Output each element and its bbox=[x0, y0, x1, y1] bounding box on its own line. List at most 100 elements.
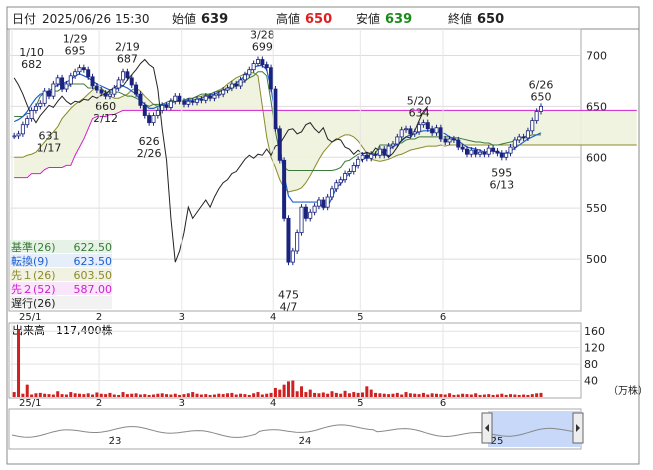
volume-bar bbox=[308, 389, 312, 397]
legend-label: 基準(26) bbox=[11, 240, 56, 254]
volume-bar bbox=[435, 393, 438, 397]
volume-bar bbox=[313, 392, 317, 397]
candle-body bbox=[238, 79, 243, 87]
volume-bar bbox=[252, 393, 256, 397]
volume-bar bbox=[117, 394, 121, 397]
volume-bar bbox=[186, 393, 190, 397]
candle-body bbox=[417, 124, 422, 133]
candle-body bbox=[382, 148, 387, 156]
candle-body bbox=[247, 69, 252, 76]
volume-bar bbox=[347, 393, 351, 397]
candle-body bbox=[299, 206, 304, 234]
candle-body bbox=[273, 88, 278, 130]
volume-bar bbox=[77, 393, 81, 397]
candle-body bbox=[499, 152, 504, 158]
candle-body bbox=[277, 128, 282, 161]
candle-body bbox=[312, 205, 317, 213]
volume-bar bbox=[260, 394, 264, 397]
volume-bar bbox=[143, 394, 147, 397]
volume-month-label: 2 bbox=[96, 398, 102, 409]
volume-bar bbox=[256, 392, 260, 397]
volume-bar bbox=[138, 394, 142, 397]
volume-bar bbox=[504, 394, 508, 397]
header-low-value: 639 bbox=[385, 12, 412, 27]
candle-body bbox=[168, 100, 173, 108]
volume-bar bbox=[204, 394, 208, 397]
candle-body bbox=[373, 153, 378, 156]
header-open-value: 639 bbox=[201, 12, 228, 27]
candle-body bbox=[460, 146, 465, 150]
candle-body bbox=[55, 77, 60, 85]
header-open-label: 始値 bbox=[172, 11, 196, 26]
volume-bar bbox=[64, 394, 68, 397]
candle-body bbox=[269, 67, 274, 90]
volume-bar bbox=[417, 394, 421, 397]
volume-bar bbox=[522, 394, 526, 397]
volume-bar bbox=[530, 394, 534, 397]
volume-bar bbox=[38, 392, 42, 397]
volume-bar bbox=[56, 391, 60, 397]
volume-bar bbox=[426, 394, 430, 397]
candle-body bbox=[443, 138, 448, 143]
volume-bar bbox=[243, 394, 247, 397]
candle-body bbox=[177, 95, 182, 102]
candle-body bbox=[64, 83, 69, 90]
candle-body bbox=[12, 135, 17, 138]
volume-bar bbox=[517, 394, 521, 397]
navigator-year-label: 25 bbox=[491, 436, 504, 447]
candle-body bbox=[42, 90, 47, 104]
volume-bar bbox=[526, 394, 530, 397]
candle-body bbox=[51, 83, 56, 97]
candle-body bbox=[421, 122, 426, 126]
header-close-value: 650 bbox=[477, 12, 504, 27]
volume-unit: （万株） bbox=[608, 384, 648, 397]
candle-body bbox=[260, 59, 265, 66]
legend-value: 622.50 bbox=[74, 241, 113, 254]
candle-body bbox=[190, 100, 195, 103]
volume-bar bbox=[452, 394, 456, 397]
candle-body bbox=[303, 206, 308, 219]
candle-body bbox=[199, 98, 204, 101]
candle-body bbox=[521, 136, 526, 139]
price-tick-label: 600 bbox=[586, 151, 607, 164]
month-label: 25/1 bbox=[19, 312, 41, 323]
legend-value: 603.50 bbox=[74, 269, 113, 282]
volume-bar bbox=[30, 394, 34, 397]
candle-body bbox=[478, 151, 483, 155]
header-high-value: 650 bbox=[305, 12, 332, 27]
candle-body bbox=[395, 136, 400, 145]
volume-bar bbox=[265, 393, 269, 397]
volume-bar bbox=[69, 392, 73, 397]
candle-body bbox=[351, 165, 356, 172]
candle-body bbox=[347, 171, 352, 174]
candle-body bbox=[334, 182, 339, 190]
candle-body bbox=[425, 122, 430, 130]
candle-body bbox=[251, 63, 256, 71]
volume-tick-label: 160 bbox=[584, 325, 605, 338]
candle-body bbox=[364, 154, 369, 159]
candle-body bbox=[16, 133, 21, 137]
candle-body bbox=[491, 147, 496, 152]
volume-bar bbox=[365, 386, 369, 397]
candle-body bbox=[447, 138, 452, 143]
candle-body bbox=[255, 59, 260, 64]
volume-month-label: 5 bbox=[357, 398, 363, 409]
annotation-label: 6/13 bbox=[489, 178, 514, 191]
volume-bar bbox=[165, 394, 169, 397]
volume-bar bbox=[421, 392, 425, 397]
volume-bar bbox=[374, 392, 378, 397]
candle-body bbox=[186, 100, 191, 105]
candle-body bbox=[330, 188, 335, 198]
volume-bar bbox=[147, 394, 151, 397]
volume-bar bbox=[282, 384, 286, 397]
candle-body bbox=[73, 71, 78, 77]
volume-bar bbox=[413, 393, 417, 397]
volume-bar bbox=[513, 394, 517, 397]
volume-month-label: 6 bbox=[440, 398, 446, 409]
candle-body bbox=[451, 138, 456, 141]
candle-body bbox=[173, 95, 178, 102]
volume-bar bbox=[95, 392, 99, 397]
candle-body bbox=[504, 152, 509, 158]
volume-bar bbox=[478, 394, 482, 397]
candle-body bbox=[482, 151, 487, 155]
